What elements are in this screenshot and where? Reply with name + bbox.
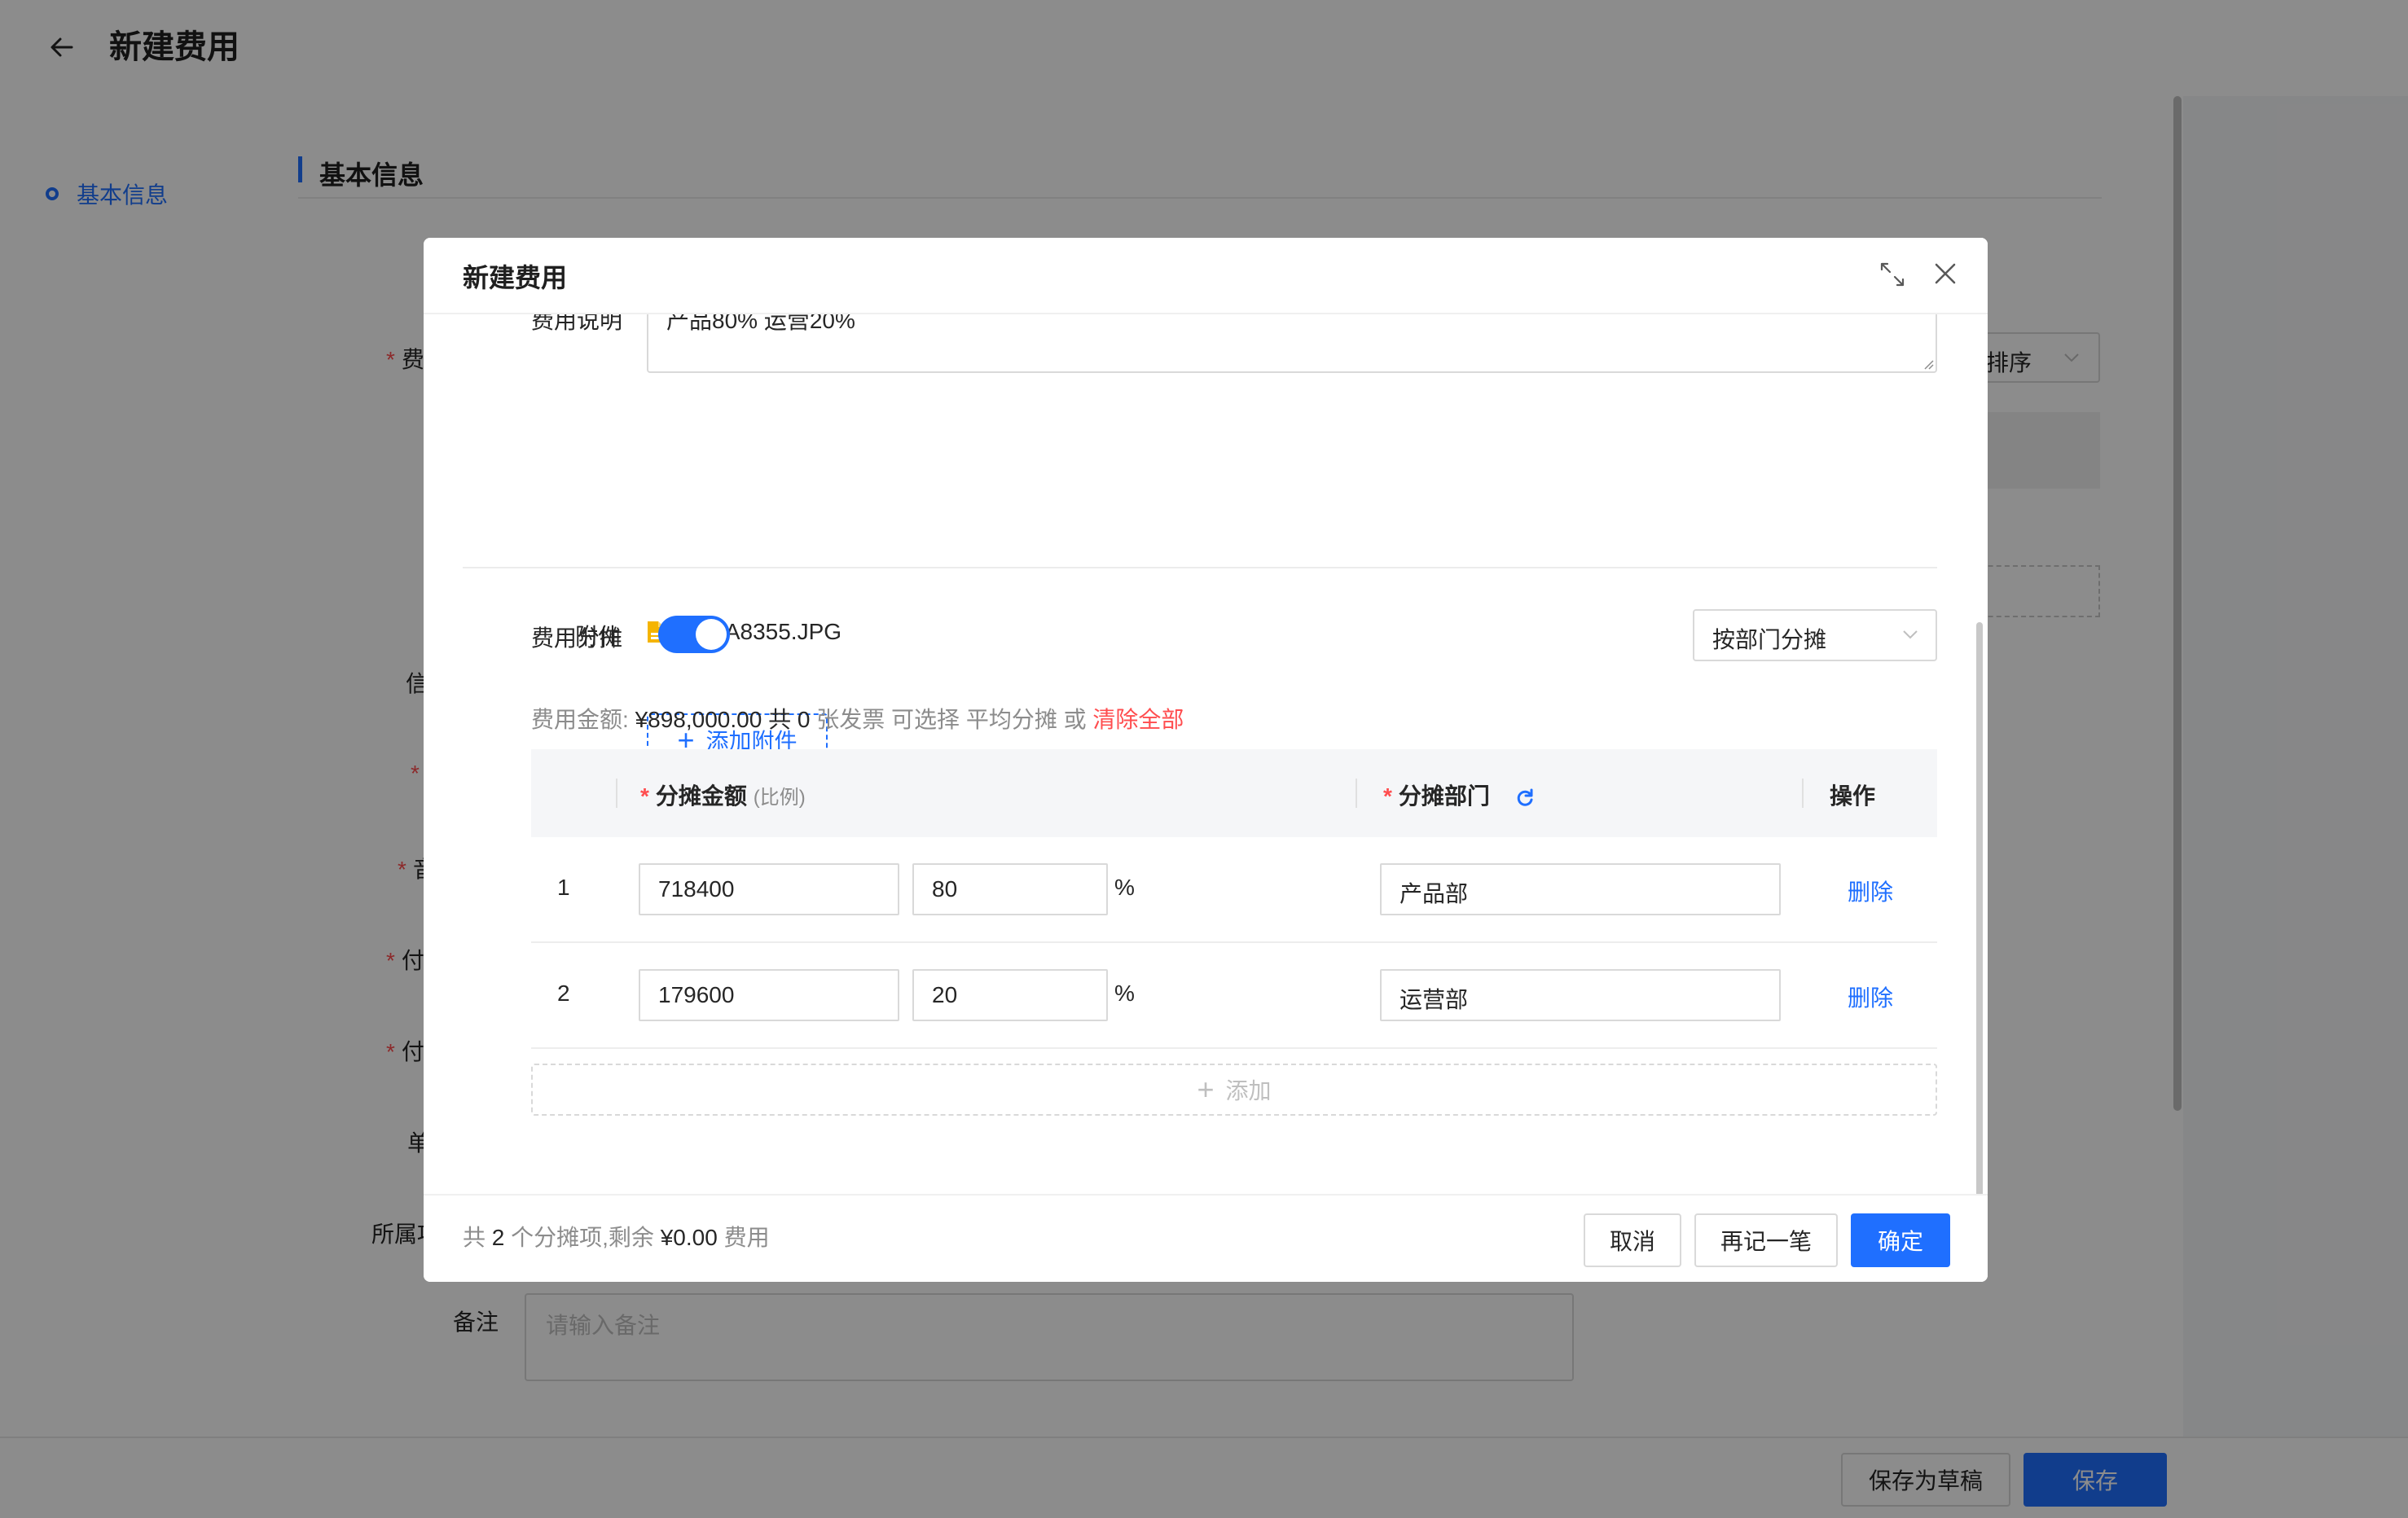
percent-unit: %: [1114, 981, 1135, 1006]
delete-row-link[interactable]: 删除: [1848, 875, 1893, 907]
department-select[interactable]: 运营部: [1380, 969, 1781, 1021]
modal-footer: 共 2 个分摊项,剩余 ¥0.00 费用 取消 再记一笔 确定: [424, 1194, 1988, 1282]
modal-scrollbar[interactable]: [1976, 622, 1983, 1197]
column-header-dept: * 分摊部门: [1383, 779, 1536, 811]
ratio-input[interactable]: 80: [912, 863, 1108, 915]
new-expense-modal: 费用说明 产品80% 运营20% 附件 3K1A8355.JPG + 添加附件 …: [424, 238, 1988, 1282]
expand-icon[interactable]: [1879, 261, 1906, 288]
split-method-select[interactable]: 按部门分摊: [1693, 609, 1937, 661]
delete-row-link[interactable]: 删除: [1848, 981, 1893, 1013]
footer-summary: 共 2 个分摊项,剩余 ¥0.00 费用: [463, 1225, 770, 1250]
column-separator: [616, 779, 617, 808]
refresh-icon[interactable]: [1514, 788, 1536, 809]
plus-icon: +: [1197, 1073, 1215, 1106]
amount-input[interactable]: 718400: [639, 863, 899, 915]
resize-grip-icon[interactable]: [1921, 357, 1934, 370]
cancel-button[interactable]: 取消: [1584, 1213, 1681, 1267]
description-textarea[interactable]: 产品80% 运营20%: [647, 314, 1937, 373]
table-row: 1 718400 80 % 产品部 删除: [531, 837, 1937, 943]
add-row-button[interactable]: + 添加: [531, 1064, 1937, 1116]
ratio-input[interactable]: 20: [912, 969, 1108, 1021]
confirm-button[interactable]: 确定: [1851, 1213, 1950, 1267]
section-divider: [463, 567, 1937, 568]
row-index: 1: [557, 875, 570, 900]
split-summary: 费用金额: ¥898,000.00 共 0 张发票 可选择 平均分摊 或 清除全…: [531, 707, 1184, 732]
split-toggle[interactable]: [658, 616, 730, 653]
column-separator: [1356, 779, 1357, 808]
clear-all-link[interactable]: 清除全部: [1092, 707, 1184, 732]
column-header-amount: * 分摊金额 (比例): [640, 783, 806, 809]
split-table-header: * 分摊金额 (比例) * 分摊部门 操作: [531, 749, 1937, 837]
row-index: 2: [557, 981, 570, 1006]
department-select[interactable]: 产品部: [1380, 863, 1781, 915]
add-another-button[interactable]: 再记一笔: [1694, 1213, 1838, 1267]
modal-title: 新建费用: [463, 263, 568, 292]
split-toggle-label: 费用分摊: [531, 625, 623, 651]
average-split-link[interactable]: 平均分摊: [966, 707, 1057, 732]
column-header-action: 操作: [1830, 783, 1876, 809]
percent-unit: %: [1114, 875, 1135, 900]
amount-input[interactable]: 179600: [639, 969, 899, 1021]
description-label: 费用说明: [531, 314, 623, 333]
table-row: 2 179600 20 % 运营部 删除: [531, 943, 1937, 1049]
close-icon[interactable]: [1931, 259, 1960, 288]
chevron-down-icon: [1903, 630, 1918, 639]
toggle-knob: [696, 619, 727, 650]
modal-header: 新建费用: [424, 238, 1988, 314]
column-separator: [1802, 779, 1804, 808]
